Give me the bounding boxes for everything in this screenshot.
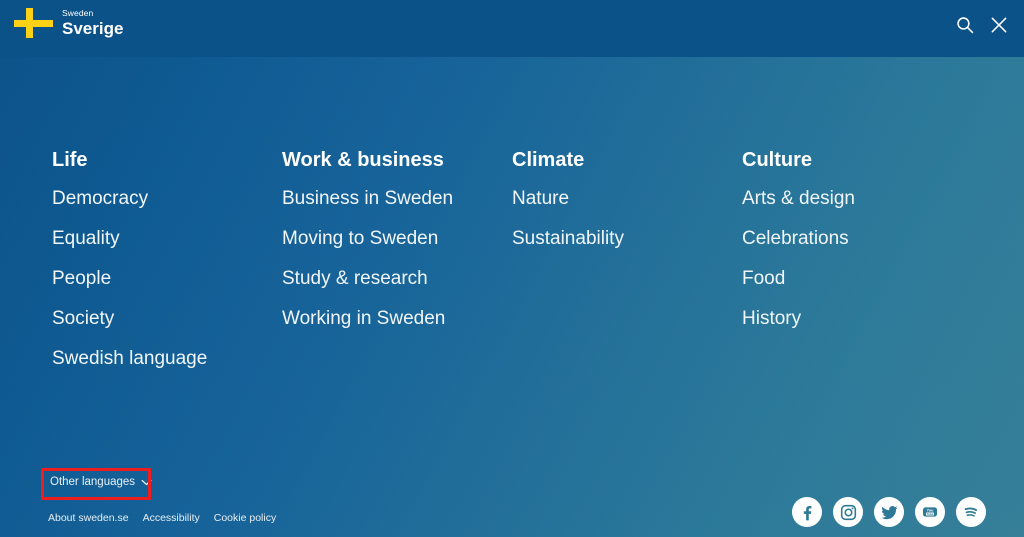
site-header: Sweden Sverige [0, 0, 1024, 57]
nav-column-title: Life [52, 149, 88, 171]
brand-text: Sweden Sverige [62, 9, 123, 37]
brand-logo[interactable]: Sweden Sverige [14, 8, 123, 38]
twitter-icon[interactable] [874, 497, 904, 527]
footer-link-accessibility[interactable]: Accessibility [143, 512, 200, 524]
nav-column-title: Climate [512, 149, 585, 171]
nav-link-people[interactable]: People [52, 269, 282, 288]
header-actions [954, 14, 1010, 36]
social-links: You Tube [792, 497, 986, 527]
instagram-icon[interactable] [833, 497, 863, 527]
nav-link-arts-design[interactable]: Arts & design [742, 189, 972, 208]
search-icon[interactable] [954, 14, 976, 36]
close-icon[interactable] [988, 14, 1010, 36]
footer-link-cookie-policy[interactable]: Cookie policy [214, 512, 276, 524]
nav-column-work-business: Work & business Business in Sweden Movin… [282, 150, 512, 368]
nav-overlay: Sweden Sverige Life Democracy Equality P… [0, 0, 1024, 537]
nav-link-celebrations[interactable]: Celebrations [742, 229, 972, 248]
chevron-down-icon [141, 479, 152, 485]
nav-column-life: Life Democracy Equality People Society S… [52, 150, 282, 368]
nav-link-working-in-sweden[interactable]: Working in Sweden [282, 309, 512, 328]
nav-link-history[interactable]: History [742, 309, 972, 328]
spotify-icon[interactable] [956, 497, 986, 527]
nav-link-food[interactable]: Food [742, 269, 972, 288]
nav-link-nature[interactable]: Nature [512, 189, 742, 208]
facebook-icon[interactable] [792, 497, 822, 527]
other-languages-button[interactable]: Other languages [48, 474, 154, 490]
main-navigation: Life Democracy Equality People Society S… [52, 150, 992, 368]
nav-link-study-research[interactable]: Study & research [282, 269, 512, 288]
brand-large-label: Sverige [62, 18, 124, 38]
svg-text:Tube: Tube [927, 512, 934, 516]
nav-column-title: Work & business [282, 149, 444, 171]
brand-small-label: Sweden [62, 8, 94, 19]
nav-link-equality[interactable]: Equality [52, 229, 282, 248]
nav-column-title: Culture [742, 149, 812, 171]
footer-links: About sweden.se Accessibility Cookie pol… [48, 512, 276, 524]
youtube-icon[interactable]: You Tube [915, 497, 945, 527]
nav-column-climate: Climate Nature Sustainability [512, 150, 742, 368]
swedish-flag-cross-icon [14, 8, 53, 38]
footer-link-about-sweden-se[interactable]: About sweden.se [48, 512, 129, 524]
nav-link-business-in-sweden[interactable]: Business in Sweden [282, 189, 512, 208]
nav-column-culture: Culture Arts & design Celebrations Food … [742, 150, 972, 368]
nav-link-democracy[interactable]: Democracy [52, 189, 282, 208]
nav-link-swedish-language[interactable]: Swedish language [52, 349, 282, 368]
other-languages-label: Other languages [50, 476, 136, 488]
nav-link-society[interactable]: Society [52, 309, 282, 328]
nav-link-sustainability[interactable]: Sustainability [512, 229, 742, 248]
nav-link-moving-to-sweden[interactable]: Moving to Sweden [282, 229, 512, 248]
